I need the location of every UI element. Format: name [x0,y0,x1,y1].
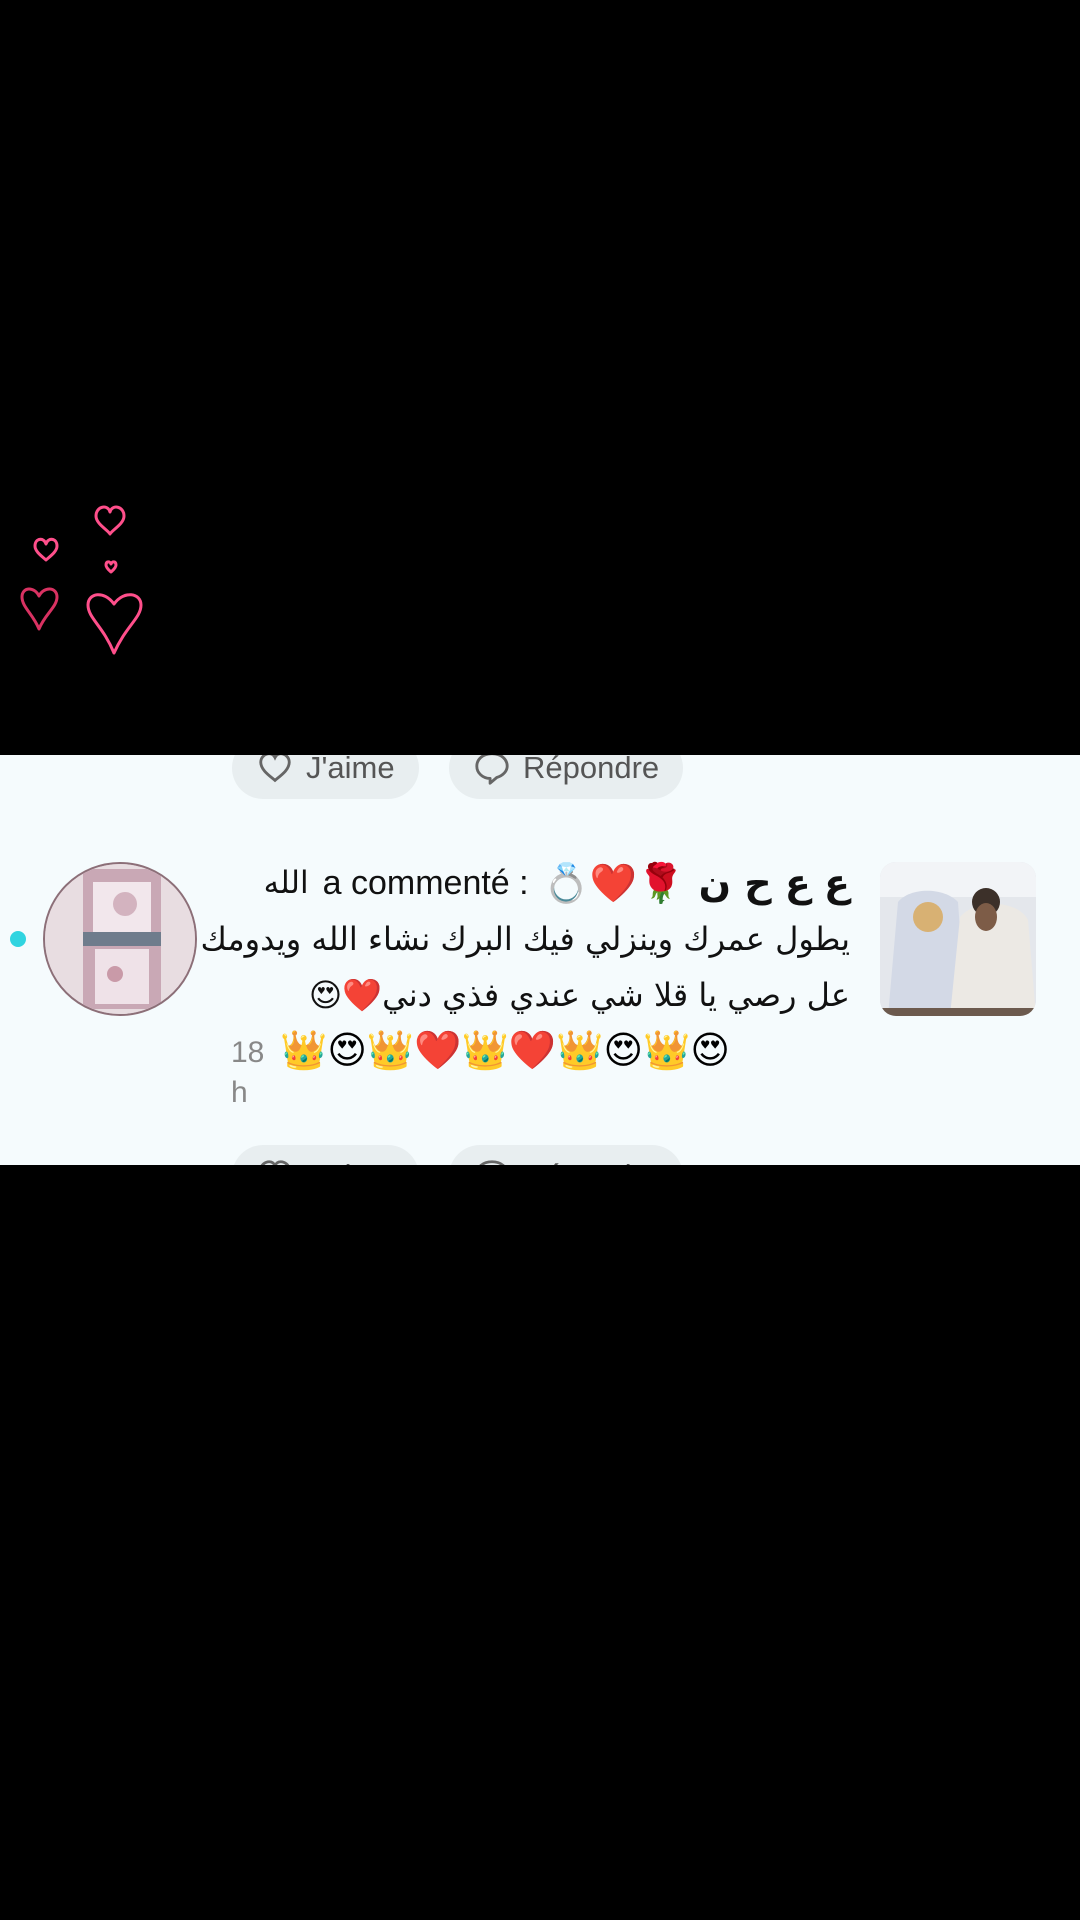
heart-outline-icon [259,755,291,783]
reply-button[interactable]: Répondre [449,755,684,799]
like-label: J'aime [306,755,395,785]
commenter-avatar[interactable] [43,862,197,1016]
heart-outline-icon [260,1160,290,1165]
commented-label: a commenté : [322,864,529,902]
comment-timestamp: 18 h [231,1033,275,1113]
speech-bubble-icon [475,755,509,785]
speech-bubble-icon [479,1160,505,1165]
comment-header: ع ع ح ن 🌹❤️💍 a commenté : الله [230,855,850,911]
heart-icon [33,537,59,562]
timestamp-unit: h [231,1076,248,1109]
like-button[interactable]: J'aime [232,1145,419,1165]
comment-line-2: يطول عمرك وينزلي فيك البرك نشاء الله ويد… [200,920,850,958]
reply-label: Répondre [523,755,660,785]
reply-label: Répondre [523,1158,659,1165]
heart-icon [94,505,126,536]
decorative-hearts [20,505,143,655]
like-button[interactable]: J'aime [232,755,419,799]
timestamp-number: 18 [231,1036,265,1069]
heart-icon [86,593,143,655]
avatar-image [45,864,195,1014]
comment-line-3: عل رصي يا قلا شي عندي فذي دني❤️😍 [308,976,850,1014]
reply-button[interactable]: Répondre [449,1145,684,1165]
comment-first-word: الله [263,865,309,901]
heart-icon [20,587,59,631]
online-status-dot [10,931,26,947]
like-label: J'aime [306,1158,395,1165]
thumbnail-image [880,862,1036,1016]
video-thumbnail[interactable] [880,862,1036,1016]
comment-body: ع ع ح ن 🌹❤️💍 a commenté : الله يطول عمرك… [200,855,850,1023]
author-emojis: 🌹❤️💍 [542,861,685,905]
comment-emoji-line: 👑😍👑❤️👑❤️👑😍👑😍 [280,1028,731,1072]
comment-panel: J'aime Répondre ع ع ح ن 🌹❤️💍 a commenté … [0,755,1080,1165]
author-name[interactable]: ع ع ح ن [699,855,850,911]
heart-icon [104,560,118,574]
